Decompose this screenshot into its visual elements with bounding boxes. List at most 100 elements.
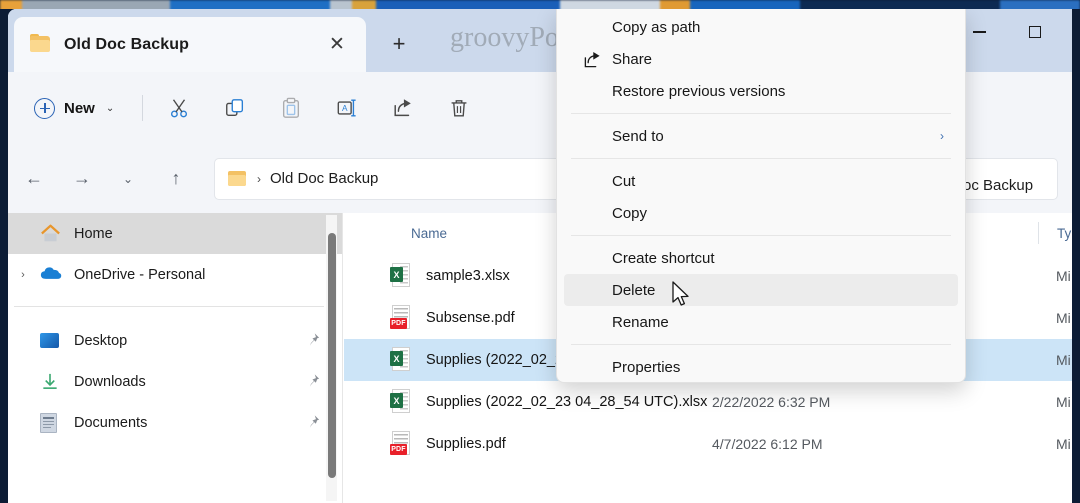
menu-item-label: Copy as path xyxy=(612,18,701,36)
maximize-button[interactable] xyxy=(1009,9,1061,55)
up-button[interactable]: ↑ xyxy=(160,163,192,195)
cut-button[interactable] xyxy=(157,88,201,128)
pdf-file-icon: PDF xyxy=(390,305,412,331)
menu-separator xyxy=(571,158,951,159)
menu-item-label: Restore previous versions xyxy=(612,82,786,100)
excel-file-icon: X xyxy=(390,347,412,373)
file-type: Mi xyxy=(1056,310,1071,326)
back-button[interactable]: ← xyxy=(18,163,50,195)
sidebar-divider xyxy=(14,306,324,307)
folder-icon xyxy=(228,171,246,186)
table-row[interactable]: PDF Supplies.pdf 4/7/2022 6:12 PM Mi xyxy=(344,423,1072,465)
tab-title: Old Doc Backup xyxy=(64,35,189,53)
menu-item-label: Rename xyxy=(612,313,669,331)
column-header-type[interactable]: Typ xyxy=(1057,226,1072,241)
menu-item-delete[interactable]: Delete xyxy=(564,274,958,306)
breadcrumb-separator: › xyxy=(257,171,261,186)
file-explorer-window: Old Doc Backup ✕ + groovyPost.com New ⌄ xyxy=(8,9,1072,503)
file-type: Mi xyxy=(1056,394,1071,410)
new-tab-button[interactable]: + xyxy=(384,31,414,57)
close-icon[interactable]: ✕ xyxy=(324,32,350,58)
sidebar-scrollbar-thumb[interactable] xyxy=(328,233,336,478)
menu-separator xyxy=(571,235,951,236)
menu-item-label: Create shortcut xyxy=(612,249,715,267)
new-button-label: New xyxy=(64,99,95,117)
menu-item-copy-as-path[interactable]: Copy as path xyxy=(564,11,958,43)
pdf-file-icon: PDF xyxy=(390,431,412,457)
sidebar-item-label: OneDrive - Personal xyxy=(74,266,206,283)
toolbar-divider xyxy=(142,95,144,121)
pin-icon[interactable] xyxy=(306,373,320,390)
menu-item-create-shortcut[interactable]: Create shortcut xyxy=(564,242,958,274)
share-icon xyxy=(582,49,602,69)
rename-button[interactable]: A xyxy=(325,88,369,128)
menu-item-label: Delete xyxy=(612,281,656,299)
navigation-pane: Home › OneDrive - Personal Desktop Downl… xyxy=(8,213,343,503)
menu-item-label: Copy xyxy=(612,204,648,222)
folder-icon xyxy=(30,34,50,53)
sidebar-item-desktop[interactable]: Desktop xyxy=(8,320,342,361)
breadcrumb-current[interactable]: Old Doc Backup xyxy=(270,170,378,187)
menu-item-send-to[interactable]: Send to › xyxy=(564,120,958,152)
excel-file-icon: X xyxy=(390,263,412,289)
forward-button[interactable]: → xyxy=(66,163,98,195)
paste-icon xyxy=(283,97,300,118)
menu-item-restore-previous-versions[interactable]: Restore previous versions xyxy=(564,75,958,107)
pin-icon[interactable] xyxy=(306,414,320,431)
tab-old-doc-backup[interactable]: Old Doc Backup ✕ xyxy=(14,17,366,72)
menu-item-label: Cut xyxy=(612,172,636,190)
context-menu: Copy as path Share Restore previous vers… xyxy=(556,9,966,383)
pin-icon[interactable] xyxy=(306,332,320,349)
file-name: Supplies (2022_02_23 04_28_54 UTC).xlsx xyxy=(426,394,708,410)
file-type: Mi xyxy=(1056,352,1071,368)
chevron-down-icon: ⌄ xyxy=(105,102,115,114)
sidebar-item-home[interactable]: Home xyxy=(8,213,342,254)
menu-separator xyxy=(571,113,951,114)
svg-text:A: A xyxy=(342,104,348,113)
menu-item-label: Send to xyxy=(612,127,664,145)
file-name: Supplies.pdf xyxy=(426,436,506,452)
delete-button[interactable] xyxy=(437,88,481,128)
menu-item-copy[interactable]: Copy xyxy=(564,197,958,229)
file-date: 2/22/2022 6:32 PM xyxy=(712,394,831,410)
downloads-icon xyxy=(40,372,62,392)
sidebar-scrollbar[interactable] xyxy=(326,215,337,501)
table-row[interactable]: X Supplies (2022_02_23 04_28_54 UTC).xls… xyxy=(344,381,1072,423)
file-type: Mi xyxy=(1056,268,1071,284)
menu-item-label: Share xyxy=(612,50,653,68)
desktop-icon xyxy=(40,331,62,351)
chevron-right-icon: › xyxy=(940,129,944,143)
scissors-icon xyxy=(171,99,188,118)
share-button[interactable] xyxy=(381,88,425,128)
column-header-name[interactable]: Name xyxy=(411,226,447,241)
menu-item-properties[interactable]: Properties xyxy=(564,351,958,383)
file-name: Subsense.pdf xyxy=(426,310,515,326)
file-name: sample3.xlsx xyxy=(426,268,510,284)
recent-locations-button[interactable]: ⌄ xyxy=(112,163,144,195)
menu-item-label: Properties xyxy=(612,358,681,376)
new-button[interactable]: New ⌄ xyxy=(24,91,124,126)
copy-icon xyxy=(226,99,244,117)
rename-icon: A xyxy=(337,99,356,117)
copy-button[interactable] xyxy=(213,88,257,128)
sidebar-item-documents[interactable]: Documents xyxy=(8,402,342,443)
sidebar-item-downloads[interactable]: Downloads xyxy=(8,361,342,402)
file-date: 4/7/2022 6:12 PM xyxy=(712,436,823,452)
excel-file-icon: X xyxy=(390,389,412,415)
menu-item-share[interactable]: Share xyxy=(564,43,958,75)
sidebar-item-label: Desktop xyxy=(74,332,128,349)
menu-item-cut[interactable]: Cut xyxy=(564,165,958,197)
file-type: Mi xyxy=(1056,436,1071,452)
home-icon xyxy=(40,224,62,244)
minimize-icon xyxy=(972,31,986,33)
breadcrumb-overflow: oc Backup xyxy=(963,177,1034,194)
sidebar-item-onedrive-personal[interactable]: › OneDrive - Personal xyxy=(8,254,342,295)
trash-icon xyxy=(451,100,467,117)
share-icon xyxy=(394,99,412,117)
sidebar-item-label: Downloads xyxy=(74,373,146,390)
maximize-icon xyxy=(1029,26,1041,38)
menu-item-rename[interactable]: Rename xyxy=(564,306,958,338)
chevron-right-icon[interactable]: › xyxy=(10,269,36,281)
paste-button[interactable] xyxy=(269,88,313,128)
sidebar-item-label: Home xyxy=(74,225,113,242)
